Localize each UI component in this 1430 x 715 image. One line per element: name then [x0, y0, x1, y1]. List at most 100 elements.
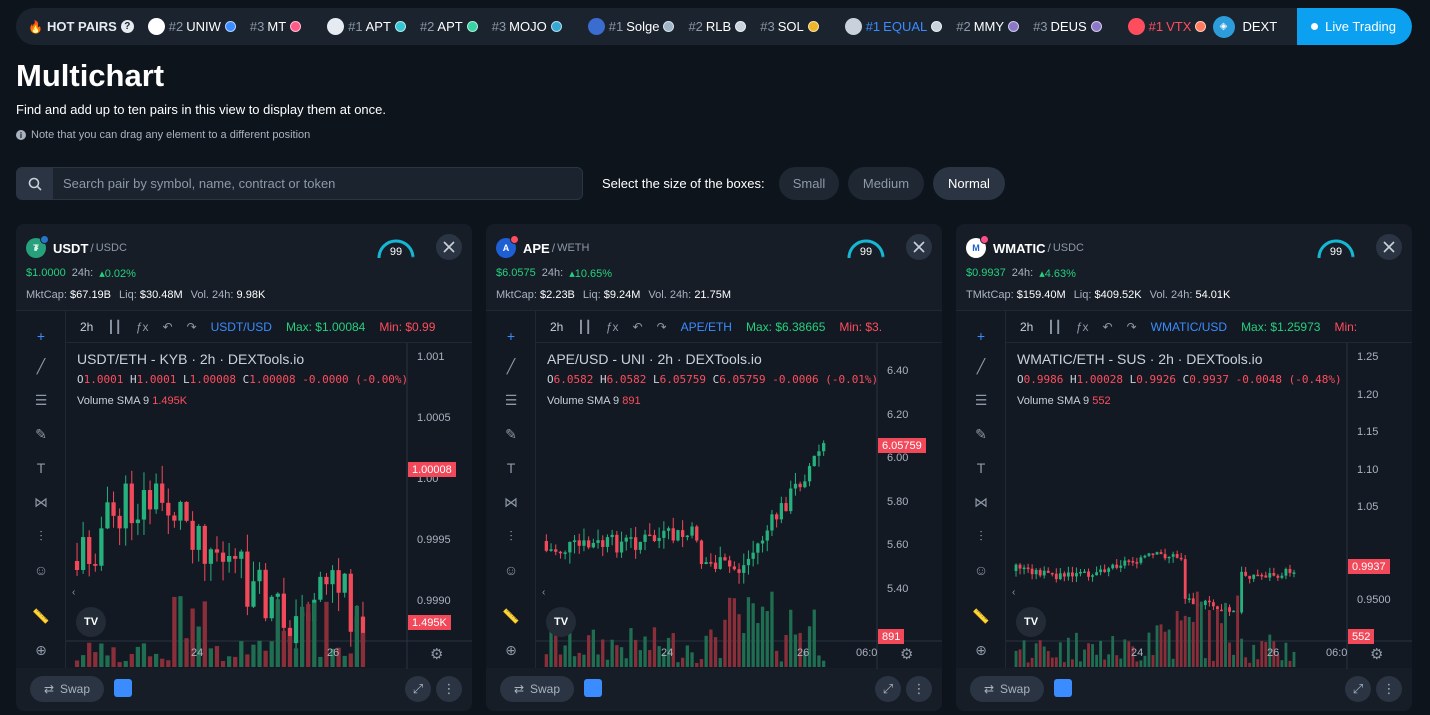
swap-button[interactable]: ⇄ Swap	[970, 676, 1044, 702]
crosshair-icon[interactable]: +	[970, 325, 992, 347]
interval-button[interactable]: 2h	[80, 320, 93, 334]
ticker-item[interactable]: #3 SOL	[760, 19, 819, 34]
swap-button[interactable]: ⇄ Swap	[30, 676, 104, 702]
fullscreen-button[interactable]: ⤢	[405, 676, 431, 702]
chart-pair-selector[interactable]: WMATIC/USD	[1151, 320, 1227, 334]
price-chart[interactable]: + ╱ ☰ ✎ T ⋈ ⫶ ☺ 📏 ⊕ 2h ┃┃ ƒx ↶ ↷ WMATIC/USD Max: $1.2597…	[956, 310, 1412, 669]
redo-icon[interactable]: ↷	[187, 320, 197, 334]
search-input[interactable]	[53, 168, 582, 199]
chart-settings-gear-icon[interactable]: ⚙	[900, 645, 913, 663]
ticker-item[interactable]: #1 VTX	[1149, 19, 1207, 34]
ruler-icon[interactable]: 📏	[30, 605, 52, 627]
ticker-item[interactable]: #2 APT	[420, 19, 478, 34]
help-icon[interactable]: ?	[120, 20, 134, 33]
pattern-icon[interactable]: ⋈	[500, 491, 522, 513]
ticker-item[interactable]: #3 MOJO	[492, 19, 562, 34]
pattern-icon[interactable]: ⋈	[970, 491, 992, 513]
text-icon[interactable]: T	[500, 457, 522, 479]
brush-icon[interactable]: ✎	[30, 423, 52, 445]
more-options-button[interactable]: ⋮	[436, 676, 462, 702]
size-medium-button[interactable]: Medium	[848, 167, 924, 200]
brush-icon[interactable]: ✎	[970, 423, 992, 445]
close-chart-button[interactable]	[1376, 234, 1402, 260]
measure-icon[interactable]: ⫶	[500, 525, 522, 547]
ticker-item[interactable]: #1 Solge	[609, 19, 675, 34]
close-chart-button[interactable]	[436, 234, 462, 260]
live-trading-button[interactable]: Live Trading	[1297, 8, 1412, 45]
candle-type-icon[interactable]: ┃┃	[107, 320, 121, 334]
pair-title[interactable]: ₮ USDT / USDC	[26, 235, 127, 258]
candle-type-icon[interactable]: ┃┃	[1047, 320, 1061, 334]
ticker-item[interactable]: #1 EQUAL	[866, 19, 943, 34]
text-icon[interactable]: T	[30, 457, 52, 479]
fullscreen-button[interactable]: ⤢	[1345, 676, 1371, 702]
candle-body	[1171, 554, 1175, 557]
close-chart-button[interactable]	[906, 234, 932, 260]
zoom-icon[interactable]: ⊕	[500, 639, 522, 661]
price-chart[interactable]: + ╱ ☰ ✎ T ⋈ ⫶ ☺ 📏 ⊕ 2h ┃┃ ƒx ↶ ↷ USDT/USD Max: $1.00084 M…	[16, 310, 472, 669]
indicators-icon[interactable]: ƒx	[1076, 320, 1089, 334]
scroll-left-icon[interactable]: ‹	[542, 587, 545, 598]
stats-chart-icon[interactable]	[584, 679, 602, 697]
zoom-icon[interactable]: ⊕	[970, 639, 992, 661]
trend-line-icon[interactable]: ╱	[30, 355, 52, 377]
search-icon[interactable]	[17, 168, 53, 199]
candle-type-icon[interactable]: ┃┃	[577, 320, 591, 334]
ticker-item[interactable]: #3 MT	[250, 19, 302, 34]
stats-chart-icon[interactable]	[1054, 679, 1072, 697]
redo-icon[interactable]: ↷	[657, 320, 667, 334]
ticker-item[interactable]: #2 RLB	[688, 19, 747, 34]
brush-icon[interactable]: ✎	[500, 423, 522, 445]
candle-body	[657, 537, 661, 542]
ticker-item[interactable]: #2 UNIW	[169, 19, 236, 34]
undo-icon[interactable]: ↶	[633, 320, 643, 334]
emoji-icon[interactable]: ☺	[500, 559, 522, 581]
zoom-icon[interactable]: ⊕	[30, 639, 52, 661]
trend-line-icon[interactable]: ╱	[500, 355, 522, 377]
interval-button[interactable]: 2h	[1020, 320, 1033, 334]
fib-icon[interactable]: ☰	[970, 389, 992, 411]
fullscreen-button[interactable]: ⤢	[875, 676, 901, 702]
dext-token[interactable]: ◈ DEXT	[1207, 8, 1298, 45]
volume-bar	[141, 643, 147, 667]
size-small-button[interactable]: Small	[779, 167, 839, 200]
ticker-item[interactable]: #2 MMY	[956, 19, 1020, 34]
trend-line-icon[interactable]: ╱	[970, 355, 992, 377]
undo-icon[interactable]: ↶	[1103, 320, 1113, 334]
ticker-item[interactable]: #3 DEUS	[1033, 19, 1102, 34]
price-chart[interactable]: + ╱ ☰ ✎ T ⋈ ⫶ ☺ 📏 ⊕ 2h ┃┃ ƒx ↶ ↷ APE/ETH Max: $6.38665 Mi…	[486, 310, 942, 669]
scroll-left-icon[interactable]: ‹	[72, 587, 75, 598]
emoji-icon[interactable]: ☺	[970, 559, 992, 581]
pattern-icon[interactable]: ⋈	[30, 491, 52, 513]
chart-pair-selector[interactable]: USDT/USD	[211, 320, 272, 334]
measure-icon[interactable]: ⫶	[30, 525, 52, 547]
ruler-icon[interactable]: 📏	[970, 605, 992, 627]
pair-title[interactable]: M WMATIC / USDC	[966, 235, 1084, 258]
crosshair-icon[interactable]: +	[500, 325, 522, 347]
chart-pair-selector[interactable]: APE/ETH	[681, 320, 732, 334]
ruler-icon[interactable]: 📏	[500, 605, 522, 627]
more-options-button[interactable]: ⋮	[906, 676, 932, 702]
ticker-item[interactable]: #1 APT	[348, 19, 406, 34]
measure-icon[interactable]: ⫶	[970, 525, 992, 547]
stats-chart-icon[interactable]	[114, 679, 132, 697]
fib-icon[interactable]: ☰	[500, 389, 522, 411]
more-options-button[interactable]: ⋮	[1376, 676, 1402, 702]
emoji-icon[interactable]: ☺	[30, 559, 52, 581]
indicators-icon[interactable]: ƒx	[606, 320, 619, 334]
pair-title[interactable]: A APE / WETH	[496, 235, 589, 258]
scroll-left-icon[interactable]: ‹	[1012, 587, 1015, 598]
crosshair-icon[interactable]: +	[30, 325, 52, 347]
chart-settings-gear-icon[interactable]: ⚙	[1370, 645, 1383, 663]
candle-body	[756, 543, 760, 553]
swap-button[interactable]: ⇄ Swap	[500, 676, 574, 702]
text-icon[interactable]: T	[970, 457, 992, 479]
undo-icon[interactable]: ↶	[163, 320, 173, 334]
size-normal-button[interactable]: Normal	[933, 167, 1005, 200]
chart-settings-gear-icon[interactable]: ⚙	[430, 645, 443, 663]
fib-icon[interactable]: ☰	[30, 389, 52, 411]
interval-button[interactable]: 2h	[550, 320, 563, 334]
volume-bar	[1107, 654, 1111, 667]
indicators-icon[interactable]: ƒx	[136, 320, 149, 334]
redo-icon[interactable]: ↷	[1127, 320, 1137, 334]
